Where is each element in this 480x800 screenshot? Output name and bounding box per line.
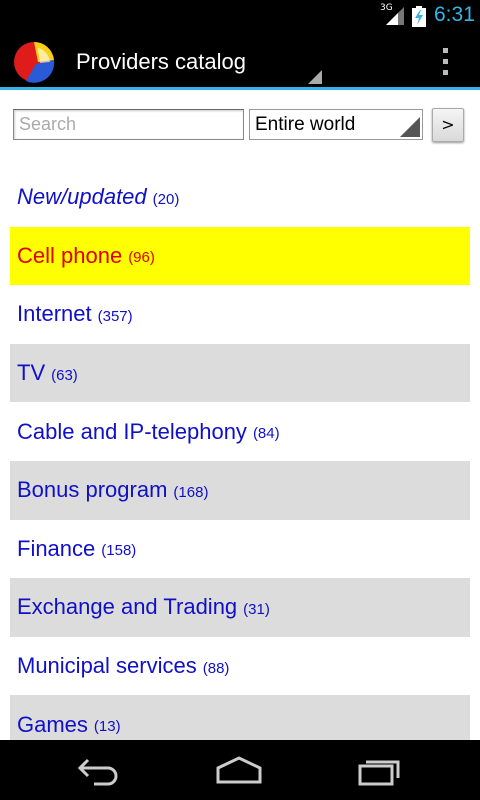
category-count: (168)	[173, 483, 209, 501]
recent-apps-icon[interactable]	[356, 754, 406, 786]
search-input[interactable]	[13, 109, 244, 140]
dropdown-corner-icon[interactable]	[308, 70, 322, 84]
category-label: New/updated	[17, 184, 147, 210]
category-label: TV	[17, 360, 46, 386]
go-button[interactable]: >	[432, 108, 464, 142]
category-item-tv[interactable]: TV (63)	[10, 343, 470, 403]
category-item-cable-ip-telephony[interactable]: Cable and IP-telephony (84)	[10, 402, 470, 461]
signal-icon	[386, 7, 404, 25]
category-label: Cable and IP-telephony	[17, 418, 247, 444]
category-item-finance[interactable]: Finance (158)	[10, 520, 470, 579]
category-label: Games	[17, 711, 88, 737]
app-title[interactable]: Providers catalog	[76, 49, 246, 75]
category-label: Bonus program	[17, 477, 168, 503]
category-item-internet[interactable]: Internet (357)	[10, 285, 470, 344]
category-label: Exchange and Trading	[17, 594, 238, 620]
category-label: Finance	[17, 535, 96, 561]
category-count: (88)	[202, 659, 230, 677]
category-item-municipal-services[interactable]: Municipal services (88)	[10, 637, 470, 696]
category-item-new-updated[interactable]: New/updated (20)	[10, 168, 470, 227]
region-select[interactable]: Entire world	[249, 109, 423, 140]
region-select-value: Entire world	[255, 114, 356, 135]
category-count: (63)	[51, 366, 78, 384]
battery-icon	[412, 6, 426, 27]
clock: 6:31	[434, 3, 475, 26]
category-count: (20)	[152, 190, 180, 208]
category-item-bonus-program[interactable]: Bonus program (168)	[10, 460, 470, 520]
category-label: Internet	[17, 301, 92, 327]
category-count: (96)	[128, 249, 155, 267]
navigation-bar	[0, 740, 480, 800]
overflow-menu-button[interactable]	[430, 45, 460, 79]
category-item-exchange-trading[interactable]: Exchange and Trading (31)	[10, 578, 470, 637]
dropdown-arrow-icon	[400, 117, 420, 137]
category-count: (13)	[93, 718, 121, 736]
back-icon[interactable]	[74, 754, 124, 786]
dot-icon	[442, 48, 448, 53]
category-count: (357)	[97, 307, 133, 325]
status-bar: 3G 6:31	[0, 0, 480, 33]
category-count: (158)	[101, 542, 137, 560]
category-list[interactable]: New/updated (20) Cell phone (96) Interne…	[10, 168, 470, 740]
home-icon[interactable]	[214, 754, 264, 786]
dot-icon	[442, 70, 448, 75]
search-row: Entire world >	[0, 93, 480, 153]
category-item-cell-phone[interactable]: Cell phone (96)	[10, 226, 470, 286]
category-label: Cell phone	[17, 242, 123, 268]
dot-icon	[442, 59, 448, 64]
category-item-games[interactable]: Games (13)	[10, 695, 470, 740]
category-count: (84)	[252, 425, 280, 443]
category-label: Municipal services	[17, 653, 197, 679]
category-count: (31)	[243, 600, 270, 618]
app-logo-icon[interactable]	[12, 40, 56, 84]
action-bar: Providers catalog	[0, 33, 480, 90]
